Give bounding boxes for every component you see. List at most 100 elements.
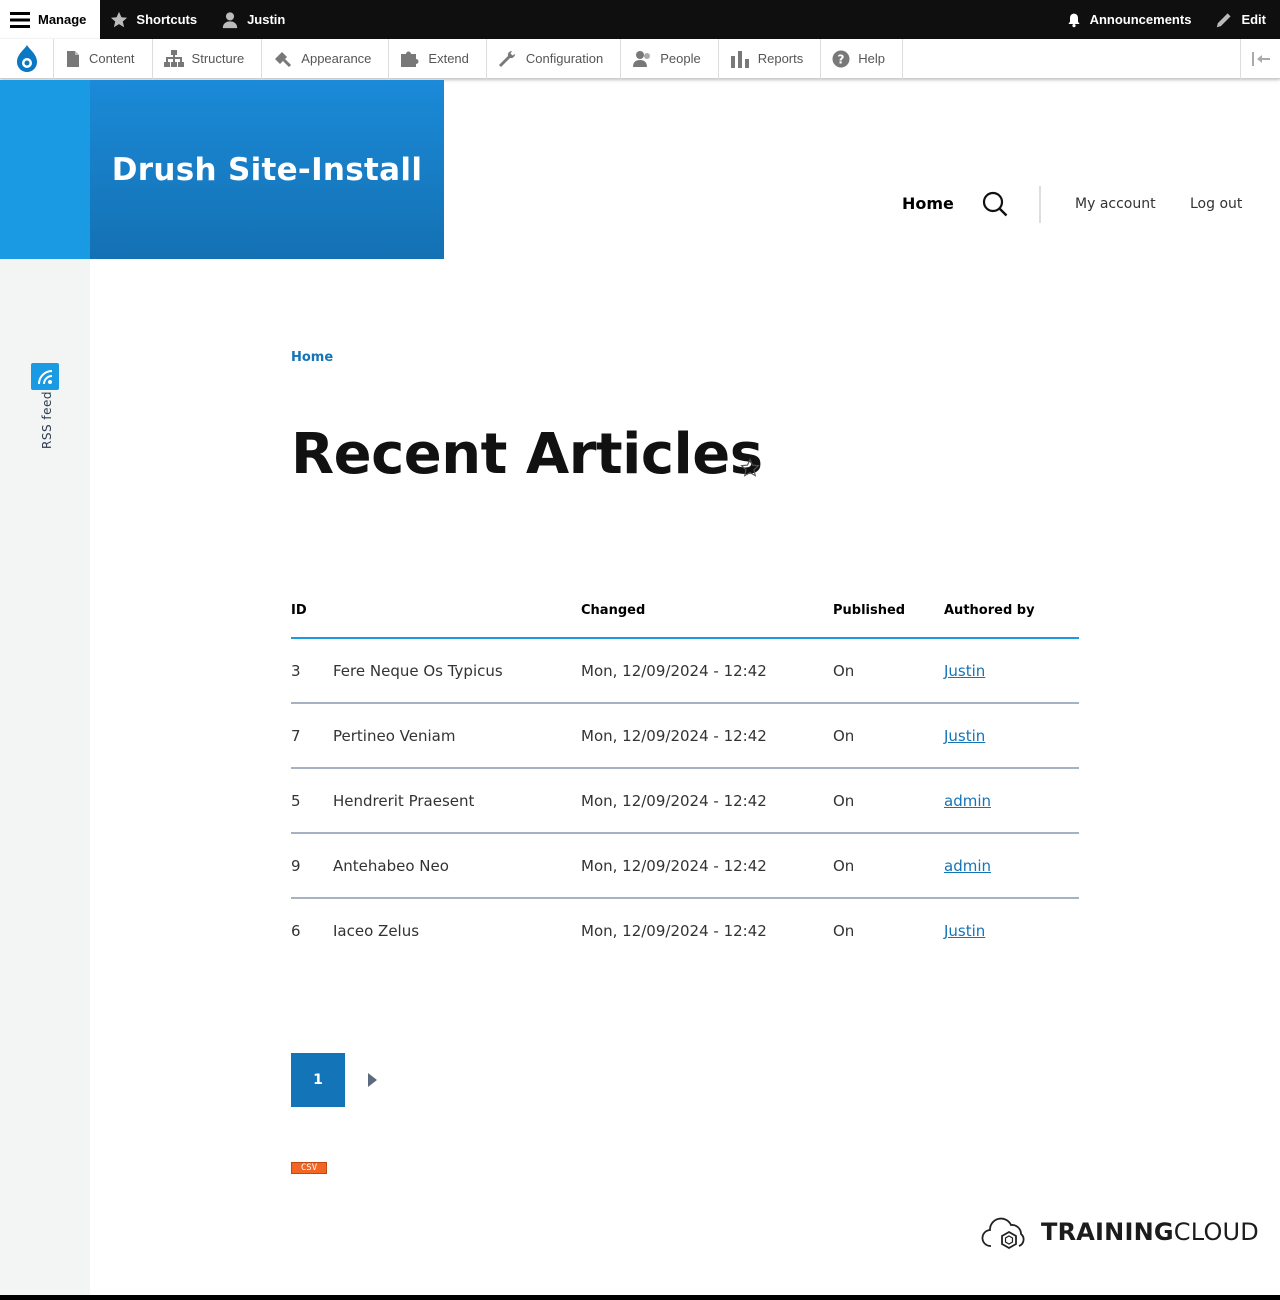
rss-feed-label: RSS feed bbox=[40, 391, 54, 449]
star-outline-icon bbox=[740, 458, 760, 477]
cell-changed: Mon, 12/09/2024 - 12:42 bbox=[581, 922, 767, 940]
page-title: Recent Articles bbox=[291, 422, 763, 487]
help-icon: ? bbox=[832, 50, 850, 67]
cell-title: Fere Neque Os Typicus bbox=[333, 662, 503, 680]
announcements-label: Announcements bbox=[1089, 12, 1192, 27]
table-header: ID Changed Published Authored by bbox=[291, 600, 1079, 639]
menu-content[interactable]: Content bbox=[54, 38, 153, 79]
rss-feed-link[interactable]: RSS feed bbox=[31, 363, 59, 449]
cell-id: 6 bbox=[291, 922, 301, 940]
rss-icon bbox=[31, 363, 59, 390]
cell-id: 7 bbox=[291, 727, 301, 745]
tray-orientation-toggle[interactable] bbox=[1240, 38, 1280, 79]
cell-published: On bbox=[833, 857, 855, 875]
menu-people[interactable]: People bbox=[621, 38, 719, 79]
collapse-left-icon bbox=[1251, 51, 1270, 66]
footer-edge bbox=[0, 1295, 1280, 1300]
menu-reports-label: Reports bbox=[757, 51, 804, 66]
cell-published: On bbox=[833, 792, 855, 810]
site-branding: Drush Site-Install bbox=[90, 80, 444, 259]
author-link[interactable]: Justin bbox=[944, 727, 985, 745]
menu-reports[interactable]: Reports bbox=[719, 38, 822, 79]
log-out-link[interactable]: Log out bbox=[1190, 196, 1242, 212]
caret-right-icon bbox=[368, 1073, 377, 1087]
cell-changed: Mon, 12/09/2024 - 12:42 bbox=[581, 792, 767, 810]
user-label: Justin bbox=[247, 12, 286, 27]
cell-changed: Mon, 12/09/2024 - 12:42 bbox=[581, 662, 767, 680]
menu-content-label: Content bbox=[89, 51, 135, 66]
pager-current-page: 1 bbox=[291, 1053, 345, 1107]
admin-toolbar: Manage Shortcuts Justin Announcements Ed… bbox=[0, 0, 1280, 39]
announcements-tab[interactable]: Announcements bbox=[1056, 0, 1206, 39]
pager-next-button[interactable] bbox=[362, 1070, 382, 1090]
logo-wordmark: TRAININGCLOUD bbox=[1041, 1218, 1259, 1246]
author-link[interactable]: admin bbox=[944, 857, 991, 875]
puzzle-icon bbox=[401, 51, 419, 67]
pager-current-label: 1 bbox=[313, 1072, 323, 1088]
header-accent bbox=[0, 80, 90, 259]
edit-tab[interactable]: Edit bbox=[1205, 0, 1280, 39]
author-link[interactable]: Justin bbox=[944, 662, 985, 680]
column-authored-by[interactable]: Authored by bbox=[944, 603, 1035, 618]
author-link[interactable]: admin bbox=[944, 792, 991, 810]
column-id[interactable]: ID bbox=[291, 603, 307, 618]
table-row: 9 Antehabeo Neo Mon, 12/09/2024 - 12:42 … bbox=[291, 834, 1079, 899]
admin-menu-tray: Content Structure Appearance Extend Conf… bbox=[0, 38, 1280, 79]
menu-people-label: People bbox=[660, 51, 701, 66]
add-shortcut-button[interactable] bbox=[740, 458, 760, 478]
cell-id: 9 bbox=[291, 857, 301, 875]
star-icon bbox=[111, 11, 128, 27]
column-changed[interactable]: Changed bbox=[581, 603, 645, 618]
cell-id: 3 bbox=[291, 662, 301, 680]
cell-title: Antehabeo Neo bbox=[333, 857, 449, 875]
menu-help[interactable]: ? Help bbox=[821, 38, 903, 79]
cell-changed: Mon, 12/09/2024 - 12:42 bbox=[581, 857, 767, 875]
manage-tab[interactable]: Manage bbox=[0, 0, 101, 39]
user-tab[interactable]: Justin bbox=[211, 0, 299, 39]
manage-label: Manage bbox=[38, 12, 87, 27]
table-row: 6 Iaceo Zelus Mon, 12/09/2024 - 12:42 On… bbox=[291, 899, 1079, 964]
cell-title: Hendrerit Praesent bbox=[333, 792, 475, 810]
table-row: 5 Hendrerit Praesent Mon, 12/09/2024 - 1… bbox=[291, 769, 1079, 834]
shortcuts-tab[interactable]: Shortcuts bbox=[100, 0, 211, 39]
column-published[interactable]: Published bbox=[833, 603, 905, 618]
paint-roller-icon bbox=[275, 51, 292, 67]
search-button[interactable] bbox=[982, 191, 1008, 217]
hamburger-icon bbox=[10, 11, 30, 28]
table-row: 7 Pertineo Veniam Mon, 12/09/2024 - 12:4… bbox=[291, 704, 1079, 769]
cell-title: Iaceo Zelus bbox=[333, 922, 420, 940]
table-row: 3 Fere Neque Os Typicus Mon, 12/09/2024 … bbox=[291, 639, 1079, 704]
cell-id: 5 bbox=[291, 792, 301, 810]
menu-structure[interactable]: Structure bbox=[153, 38, 263, 79]
drupal-drop-icon bbox=[16, 44, 37, 72]
search-icon bbox=[982, 191, 1008, 217]
drupal-logo-link[interactable] bbox=[0, 38, 54, 79]
menu-extend-label: Extend bbox=[428, 51, 469, 66]
cell-published: On bbox=[833, 922, 855, 940]
main-nav-home[interactable]: Home bbox=[902, 194, 954, 213]
sitemap-icon bbox=[163, 49, 184, 67]
shortcuts-label: Shortcuts bbox=[136, 12, 198, 27]
menu-configuration[interactable]: Configuration bbox=[487, 38, 622, 79]
my-account-link[interactable]: My account bbox=[1075, 196, 1156, 212]
document-icon bbox=[67, 50, 79, 67]
menu-extend[interactable]: Extend bbox=[389, 38, 487, 79]
csv-export-link[interactable]: CSV bbox=[291, 1162, 327, 1174]
cell-published: On bbox=[833, 662, 855, 680]
menu-appearance[interactable]: Appearance bbox=[262, 38, 390, 79]
breadcrumb-home[interactable]: Home bbox=[291, 350, 333, 365]
pencil-icon bbox=[1217, 12, 1232, 27]
site-name-link[interactable]: Drush Site-Install bbox=[112, 152, 423, 188]
cell-changed: Mon, 12/09/2024 - 12:42 bbox=[581, 727, 767, 745]
cloud-logo-icon bbox=[981, 1217, 1025, 1250]
bar-chart-icon bbox=[730, 50, 749, 68]
author-link[interactable]: Justin bbox=[944, 922, 985, 940]
cell-title: Pertineo Veniam bbox=[333, 727, 456, 745]
nav-divider bbox=[1039, 186, 1041, 223]
menu-configuration-label: Configuration bbox=[525, 51, 604, 66]
svg-text:?: ? bbox=[838, 52, 845, 66]
trainingcloud-logo: TRAININGCLOUD bbox=[981, 1212, 1259, 1252]
people-icon bbox=[633, 50, 651, 67]
wrench-icon bbox=[498, 50, 515, 67]
menu-appearance-label: Appearance bbox=[301, 51, 372, 66]
